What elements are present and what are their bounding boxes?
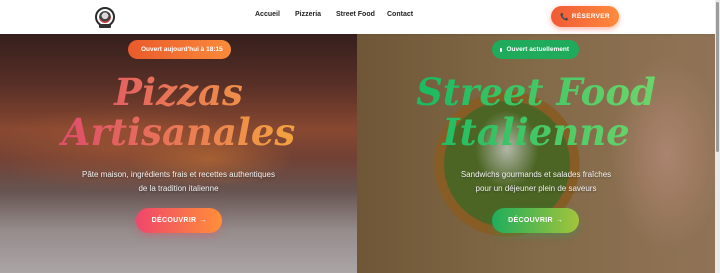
- nav-link-contact[interactable]: Contact: [387, 11, 413, 18]
- street-food-description: Sandwichs gourmands et salades fraîches …: [357, 168, 715, 196]
- street-food-status-badge: Ouvert actuellement: [492, 40, 579, 59]
- pizzeria-description: Pâte maison, ingrédients frais et recett…: [0, 168, 357, 196]
- street-food-title-line2: Italienne: [442, 110, 630, 154]
- street-food-title-line1: Street Food: [416, 70, 656, 114]
- street-food-description-line2: pour un déjeuner plein de saveurs: [475, 184, 597, 193]
- logo-ribbon: [99, 24, 111, 28]
- pizzeria-description-line2: de la tradition italienne: [138, 184, 219, 193]
- pizzeria-hero-panel: Ouvert aujourd'hui à 18:15 Pizzas Artisa…: [0, 34, 357, 273]
- pizzeria-title-line2: Artisanales: [61, 110, 296, 154]
- street-food-status-text: Ouvert actuellement: [506, 46, 570, 53]
- reserve-button-label: RÉSERVER: [571, 13, 610, 20]
- pizzeria-title: Pizzas Artisanales: [0, 72, 357, 152]
- pizzeria-discover-label: DÉCOUVRIR: [151, 217, 197, 224]
- reserve-button[interactable]: 📞 RÉSERVER: [551, 6, 619, 27]
- street-food-discover-label: DÉCOUVRIR: [508, 217, 553, 224]
- status-dot-icon: [500, 47, 502, 52]
- street-food-hero-content: Ouvert actuellement Street Food Italienn…: [357, 34, 715, 273]
- pizzeria-title-line1: Pizzas: [114, 70, 243, 114]
- pizzeria-hero-content: Ouvert aujourd'hui à 18:15 Pizzas Artisa…: [0, 34, 357, 273]
- street-food-hero-panel: Ouvert actuellement Street Food Italienn…: [357, 34, 715, 273]
- phone-icon: 📞: [560, 13, 569, 21]
- pizzeria-discover-button[interactable]: DÉCOUVRIR →: [136, 208, 222, 233]
- street-food-title: Street Food Italienne: [357, 72, 715, 152]
- nav-link-accueil[interactable]: Accueil: [255, 11, 280, 18]
- arrow-right-icon: →: [555, 217, 563, 224]
- street-food-description-line1: Sandwichs gourmands et salades fraîches: [460, 170, 612, 179]
- page: Accueil Pizzeria Street Food Contact 📞 R…: [0, 0, 720, 273]
- arrow-right-icon: →: [199, 217, 207, 224]
- page-scrollbar[interactable]: [715, 0, 720, 273]
- scrollbar-thumb[interactable]: [716, 2, 719, 152]
- site-header: Accueil Pizzeria Street Food Contact 📞 R…: [0, 0, 715, 34]
- nav-link-pizzeria[interactable]: Pizzeria: [295, 11, 321, 18]
- pizzeria-status-text: Ouvert aujourd'hui à 18:15: [141, 46, 223, 53]
- pizzeria-status-badge: Ouvert aujourd'hui à 18:15: [128, 40, 231, 59]
- street-food-discover-button[interactable]: DÉCOUVRIR →: [492, 208, 579, 233]
- pizzeria-description-line1: Pâte maison, ingrédients frais et recett…: [82, 170, 275, 179]
- nav-link-street-food[interactable]: Street Food: [336, 11, 375, 18]
